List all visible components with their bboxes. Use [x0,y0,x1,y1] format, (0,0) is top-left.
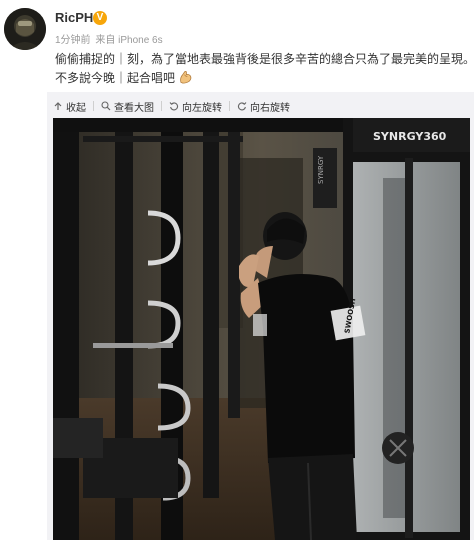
rotate-right-icon [237,102,247,111]
view-large-button[interactable]: 查看大图 [101,99,154,114]
post-text-line-2: 不多說今晚｜起合唱吧 [55,69,467,88]
image-toolbar: 收起 查看大图 向左旋转 向右旋转 [53,99,290,114]
post-photo[interactable]: SYNRGY360 SYNRGY SWOOSH [53,118,470,540]
post-meta: 1分钟前 来自 iPhone 6s [55,31,165,46]
post-text-line-1: 偷偷捕捉的｜刻，為了當地表最強背後是很多辛苦的總合只為了最完美的呈現。 [55,52,474,66]
username[interactable]: RicPH [55,10,93,25]
post-text-line-2-text: 不多說今晚｜起合唱吧 [55,71,176,85]
post-time[interactable]: 1分钟前 [55,35,91,46]
toolbar-divider [161,101,162,111]
toolbar-divider [229,101,230,111]
rotate-right-button[interactable]: 向右旋转 [237,99,290,114]
view-large-label: 查看大图 [114,102,154,114]
flexed-biceps-icon [178,70,193,85]
avatar[interactable] [4,8,46,50]
gym-photo: SYNRGY360 SYNRGY SWOOSH [53,118,470,540]
post-source: 来自 iPhone 6s [95,35,163,46]
collect-label: 收起 [66,102,86,114]
rotate-left-icon [169,102,179,111]
rotate-right-label: 向右旋转 [250,102,290,114]
toolbar-divider [93,101,94,111]
machine-brand-label: SYNRGY360 [373,130,447,143]
weibo-post: RicPH V 1分钟前 来自 iPhone 6s 偷偷捕捉的｜刻，為了當地表最… [0,0,474,540]
collect-button[interactable]: 收起 [53,99,86,114]
post-text: 偷偷捕捉的｜刻，為了當地表最強背後是很多辛苦的總合只為了最完美的呈現。 不多說今… [55,50,474,88]
rotate-left-button[interactable]: 向左旋转 [169,99,222,114]
collapse-arrow-icon [54,102,62,110]
rotate-left-label: 向左旋转 [182,102,222,114]
svg-text:SYNRGY: SYNRGY [317,155,325,184]
verified-badge-icon: V [93,11,107,25]
magnifier-icon [101,101,111,111]
